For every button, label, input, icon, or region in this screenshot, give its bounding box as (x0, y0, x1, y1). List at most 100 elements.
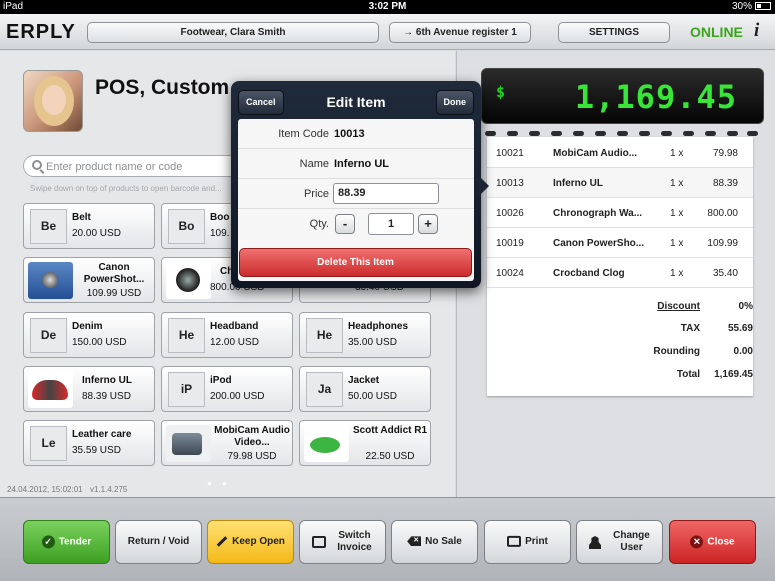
print-button[interactable]: Print (484, 520, 571, 564)
product-mobicam[interactable]: MobiCam Audio Video... 79.98 USD (161, 420, 293, 466)
receipt-row[interactable]: 10013 Inferno UL 1 x 88.39 (487, 168, 753, 198)
item-code-value: 10013 (334, 128, 365, 140)
product-price: 200.00 USD (210, 391, 265, 402)
close-button[interactable]: ✕ Close (669, 520, 756, 564)
qty-decrement-button[interactable]: - (335, 214, 355, 234)
product-name: Scott Addict R1 (352, 425, 428, 436)
print-label: Print (525, 536, 548, 548)
receipt-row[interactable]: 10024 Crocband Clog 1 x 35.40 (487, 258, 753, 288)
product-price: 150.00 USD (72, 337, 127, 348)
product-abbr: He (168, 318, 205, 353)
edit-item-popover: Cancel Edit Item Done Item Code 10013 Na… (231, 81, 489, 288)
product-belt[interactable]: Be Belt 20.00 USD (23, 203, 155, 249)
product-canon-powershot[interactable]: Canon PowerShot... 109.99 USD (23, 257, 155, 303)
product-inferno-ul[interactable]: Inferno UL 88.39 USD (23, 366, 155, 412)
qty-increment-button[interactable]: + (418, 214, 438, 234)
pencil-icon (216, 536, 228, 547)
product-leather-care[interactable]: Le Leather care 35.59 USD (23, 420, 155, 466)
info-icon[interactable]: i (754, 20, 759, 42)
product-abbr: De (30, 318, 67, 353)
watch-image (166, 262, 211, 299)
switch-invoice-button[interactable]: Switch Invoice (299, 520, 386, 564)
return-void-button[interactable]: Return / Void (115, 520, 202, 564)
item-code-label: Item Code (278, 128, 329, 140)
search-bar[interactable] (23, 155, 243, 177)
item-code: 10024 (496, 268, 524, 279)
done-button[interactable]: Done (435, 90, 474, 115)
keep-open-label: Keep Open (232, 536, 285, 547)
clock: 3:02 PM (368, 1, 407, 12)
product-price: 20.00 USD (72, 228, 121, 239)
product-name: Inferno UL (82, 375, 132, 386)
helmet-image (28, 371, 73, 408)
currency-symbol: $ (496, 83, 506, 101)
no-sale-button[interactable]: ✕ No Sale (391, 520, 478, 564)
page-indicator[interactable]: ● ● (207, 479, 231, 488)
discount-label[interactable]: Discount (657, 301, 700, 312)
rounding-value: 0.00 (733, 346, 753, 357)
search-icon (32, 160, 42, 170)
battery-icon (755, 2, 771, 10)
swipe-hint: Swipe down on top of products to open ba… (30, 184, 222, 193)
product-denim[interactable]: De Denim 150.00 USD (23, 312, 155, 358)
product-name: Leather care (72, 429, 132, 440)
page-title: POS, Custom (95, 76, 230, 99)
settings-button[interactable]: SETTINGS (558, 22, 670, 43)
product-abbr: He (306, 318, 343, 353)
product-name: Denim (72, 321, 103, 332)
action-bar: ✓ Tender Return / Void Keep Open Switch I… (0, 497, 775, 581)
receipt-row[interactable]: 10026 Chronograph Wa... 1 x 800.00 (487, 198, 753, 228)
item-code: 10026 (496, 208, 524, 219)
item-qty: 1 x (670, 208, 684, 219)
item-qty: 1 x (670, 178, 684, 189)
product-price: 22.50 USD (365, 451, 415, 462)
printer-icon (507, 535, 522, 547)
register-button[interactable]: → 6th Avenue register 1 (389, 22, 531, 43)
battery-status: 30% (732, 1, 771, 12)
switch-icon (312, 536, 326, 548)
item-name-field: Name Inferno UL (238, 149, 474, 179)
price-label: Price (303, 188, 329, 200)
product-ipod[interactable]: iP iPod 200.00 USD (161, 366, 293, 412)
avatar[interactable] (23, 70, 83, 132)
product-headband[interactable]: He Headband 12.00 USD (161, 312, 293, 358)
item-qty: 1 x (670, 148, 684, 159)
location-user-button[interactable]: Footwear, Clara Smith (87, 22, 379, 43)
check-icon: ✓ (41, 535, 55, 549)
qty-input[interactable]: 1 (368, 213, 414, 235)
product-name: iPod (210, 375, 232, 386)
search-input[interactable] (46, 158, 236, 175)
item-amount: 109.99 (707, 238, 738, 249)
receipt-row[interactable]: 10021 MobiCam Audio... 1 x 79.98 (487, 138, 753, 168)
camera-image (28, 262, 73, 299)
item-amount: 35.40 (712, 268, 738, 279)
product-name: Jacket (348, 375, 380, 386)
delete-item-button[interactable]: Delete This Item (239, 248, 472, 277)
item-name: Inferno UL (553, 178, 603, 189)
close-icon: ✕ (690, 535, 704, 549)
product-jacket[interactable]: Ja Jacket 50.00 USD (299, 366, 431, 412)
product-scott-addict[interactable]: Scott Addict R1 22.50 USD (299, 420, 431, 466)
online-status: ONLINE (690, 24, 743, 40)
total-label: Total (676, 369, 700, 380)
product-headphones[interactable]: He Headphones 35.00 USD (299, 312, 431, 358)
top-bar: ERPLY Footwear, Clara Smith → 6th Avenue… (0, 14, 775, 50)
item-code: 10021 (496, 148, 524, 159)
version-label: v1.1.4.275 (90, 485, 128, 494)
product-name: Headband (210, 321, 259, 332)
tender-label: Tender (58, 536, 92, 548)
tender-button[interactable]: ✓ Tender (23, 520, 110, 564)
change-user-button[interactable]: Change User (576, 520, 663, 564)
keep-open-button[interactable]: Keep Open (207, 520, 294, 564)
timestamp: 24.04.2012, 15:02:01 (7, 485, 83, 494)
item-amount: 79.98 (712, 148, 738, 159)
close-label: Close (707, 536, 735, 548)
receipt-row[interactable]: 10019 Canon PowerSho... 1 x 109.99 (487, 228, 753, 258)
return-void-label: Return / Void (127, 536, 190, 547)
item-name: Canon PowerSho... (553, 238, 645, 249)
item-code: 10019 (496, 238, 524, 249)
product-name: Belt (72, 212, 91, 223)
product-abbr: Ja (306, 372, 343, 407)
item-code: 10013 (496, 178, 524, 189)
price-input[interactable]: 88.39 (333, 183, 439, 204)
